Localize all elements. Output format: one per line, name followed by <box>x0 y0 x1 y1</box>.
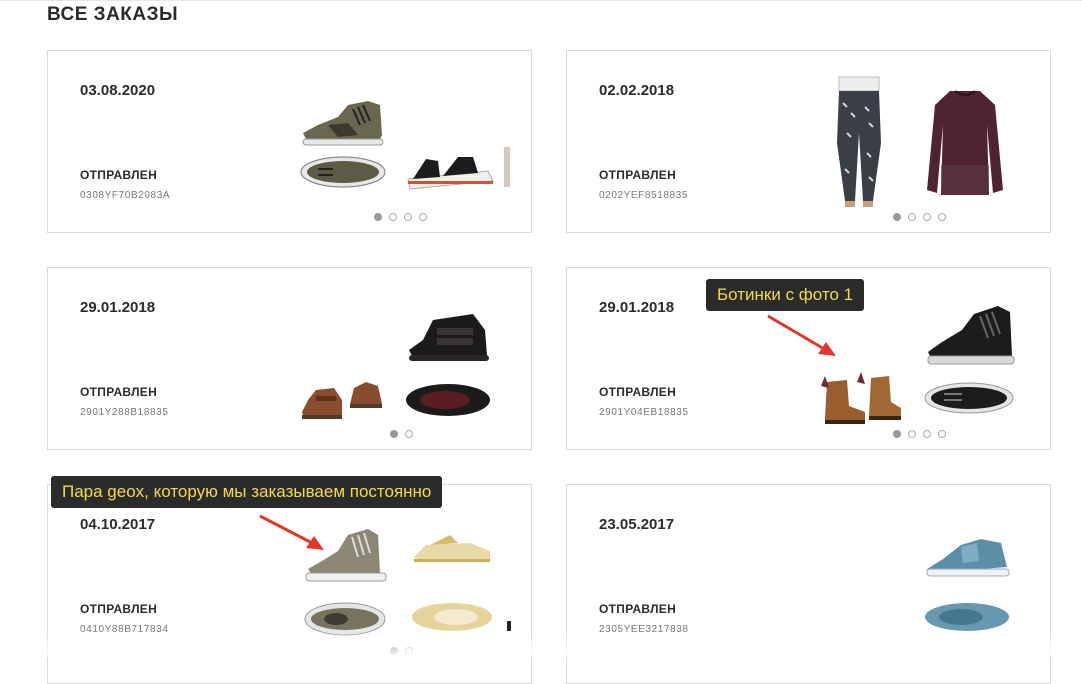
brown-fringe-boots-image <box>821 372 901 424</box>
black-sandal-image <box>407 157 494 190</box>
order-status: ОТПРАВЛЕН <box>599 168 677 182</box>
annotation-tooltip: Ботинки с фото 1 <box>706 279 865 311</box>
order-date: 23.05.2017 <box>599 516 675 533</box>
page-title: ВСЕ ЗАКАЗЫ <box>47 4 179 25</box>
carousel-dot[interactable] <box>405 430 413 438</box>
brown-kids-shoe-side-image <box>350 382 382 408</box>
order-status: ОТПРАВЛЕН <box>80 168 158 182</box>
carousel-dot[interactable] <box>923 430 931 438</box>
order-code: 0308YF70B2083A <box>80 190 171 201</box>
order-items[interactable] <box>288 282 513 427</box>
carousel-dot[interactable] <box>374 213 382 221</box>
carousel-dot[interactable] <box>404 213 412 221</box>
camo-high-top-sneaker-image <box>302 101 384 146</box>
order-status: ОТПРАВЛЕН <box>80 385 158 399</box>
blue-sneaker-image <box>926 539 1010 577</box>
black-sneaker-top-view-image <box>924 382 1014 414</box>
carousel-dot[interactable] <box>419 213 427 221</box>
red-arrow-icon <box>259 514 324 550</box>
camo-sneaker-top-view-image <box>300 156 386 188</box>
carousel-dots[interactable] <box>374 213 427 221</box>
carousel-dot[interactable] <box>908 430 916 438</box>
printed-trousers-image <box>837 76 881 207</box>
carousel-dot[interactable] <box>389 213 397 221</box>
order-card[interactable]: 03.08.2020 ОТПРАВЛЕН 0308YF70B2083A <box>47 50 532 233</box>
order-date: 03.08.2020 <box>80 82 156 99</box>
black-velcro-shoe-image <box>409 314 489 361</box>
red-arrow-icon <box>767 314 836 356</box>
carousel-dot[interactable] <box>923 213 931 221</box>
carousel-dots[interactable] <box>893 430 946 438</box>
order-date: 29.01.2018 <box>599 299 675 316</box>
order-code: 0202YEF8518835 <box>599 190 689 201</box>
order-status: ОТПРАВЛЕН <box>599 385 677 399</box>
order-date: 29.01.2018 <box>80 299 156 316</box>
carousel-dot[interactable] <box>938 213 946 221</box>
brown-kids-shoe-image <box>302 388 342 419</box>
order-status: ОТПРАВЛЕН <box>80 602 158 616</box>
order-items[interactable] <box>288 65 513 210</box>
order-status: ОТПРАВЛЕН <box>599 602 677 616</box>
top-divider <box>0 0 1082 1</box>
order-date: 02.02.2018 <box>599 82 675 99</box>
scroll-fade <box>0 630 1082 657</box>
carousel-dot[interactable] <box>390 430 398 438</box>
carousel-dot[interactable] <box>893 213 901 221</box>
annotation-tooltip: Пара geox, которую мы заказываем постоян… <box>51 476 443 508</box>
order-card[interactable]: 29.01.2018 ОТПРАВЛЕН 2901Y288B18835 <box>47 267 532 450</box>
gold-ballet-flat-image <box>414 535 490 562</box>
order-code: 2901Y04EB18835 <box>599 407 689 418</box>
order-items[interactable] <box>807 499 1032 644</box>
burgundy-top-image <box>927 90 1003 195</box>
order-code: 2901Y288B18835 <box>80 407 169 418</box>
carousel-dot[interactable] <box>893 430 901 438</box>
order-items[interactable] <box>807 65 1032 210</box>
order-card[interactable]: 02.02.2018 ОТПРАВЛЕН 0202YEF8518835 <box>566 50 1051 233</box>
carousel-dots[interactable] <box>893 213 946 221</box>
carousel-dots[interactable] <box>390 430 413 438</box>
black-velcro-shoe-top-image <box>406 384 490 416</box>
black-high-top-sneaker-image <box>927 306 1015 365</box>
order-date: 04.10.2017 <box>80 516 156 533</box>
carousel-dot[interactable] <box>938 430 946 438</box>
carousel-dot[interactable] <box>908 213 916 221</box>
partial-item-image <box>504 147 510 187</box>
